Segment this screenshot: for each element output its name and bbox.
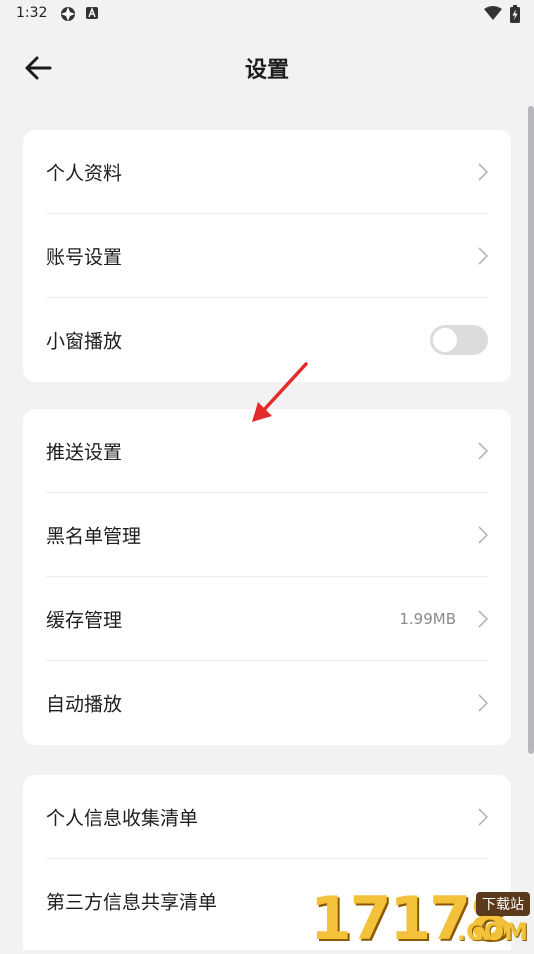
a-badge-icon: [86, 7, 98, 19]
chevron-right-icon: [478, 807, 488, 826]
chevron-right-icon: [478, 525, 488, 544]
row-label: 黑名单管理: [46, 525, 142, 547]
chevron-right-icon: [478, 246, 488, 265]
row-label: 个人信息收集清单: [46, 807, 199, 829]
status-bar: 1:32: [0, 0, 534, 30]
row-profile[interactable]: 个人资料: [46, 130, 488, 214]
header: 设置: [0, 30, 534, 106]
row-autoplay[interactable]: 自动播放: [46, 661, 488, 745]
chevron-right-icon: [478, 441, 488, 460]
chevron-right-icon: [478, 162, 488, 181]
row-personal-info-list[interactable]: 个人信息收集清单: [46, 775, 488, 859]
app-notification-icon: [61, 7, 75, 21]
wifi-icon: [484, 6, 502, 20]
row-label: 缓存管理: [46, 609, 123, 631]
row-label: 推送设置: [46, 441, 123, 463]
row-label: 第三方信息共享清单: [46, 891, 218, 914]
chevron-right-icon: [478, 609, 488, 628]
row-account-settings[interactable]: 账号设置: [46, 214, 488, 298]
toggle-knob: [433, 328, 457, 352]
settings-group-2: 推送设置 黑名单管理 缓存管理 1.99MB 自动播放: [23, 409, 511, 745]
watermark-badge: 下载站: [476, 892, 530, 916]
chevron-right-icon: [478, 694, 488, 712]
annotation-arrow-icon: [252, 362, 308, 422]
scrollbar[interactable]: [528, 106, 534, 754]
status-time: 1:32: [16, 5, 48, 21]
page-title: 设置: [244, 58, 289, 83]
row-label: 账号设置: [46, 246, 123, 268]
watermark-logo: 17178 下载站 .COM: [306, 884, 534, 954]
row-blacklist[interactable]: 黑名单管理: [46, 493, 488, 577]
watermark-domain: .COM: [456, 918, 528, 946]
row-label: 小窗播放: [46, 330, 123, 353]
mini-window-toggle[interactable]: [430, 325, 488, 355]
cache-size: 1.99MB: [399, 609, 456, 628]
row-label: 个人资料: [46, 162, 123, 184]
row-cache-management[interactable]: 缓存管理 1.99MB: [46, 577, 488, 661]
battery-charging-icon: [510, 5, 520, 23]
row-label: 自动播放: [46, 693, 123, 716]
settings-group-1: 个人资料 账号设置 小窗播放: [23, 130, 511, 382]
